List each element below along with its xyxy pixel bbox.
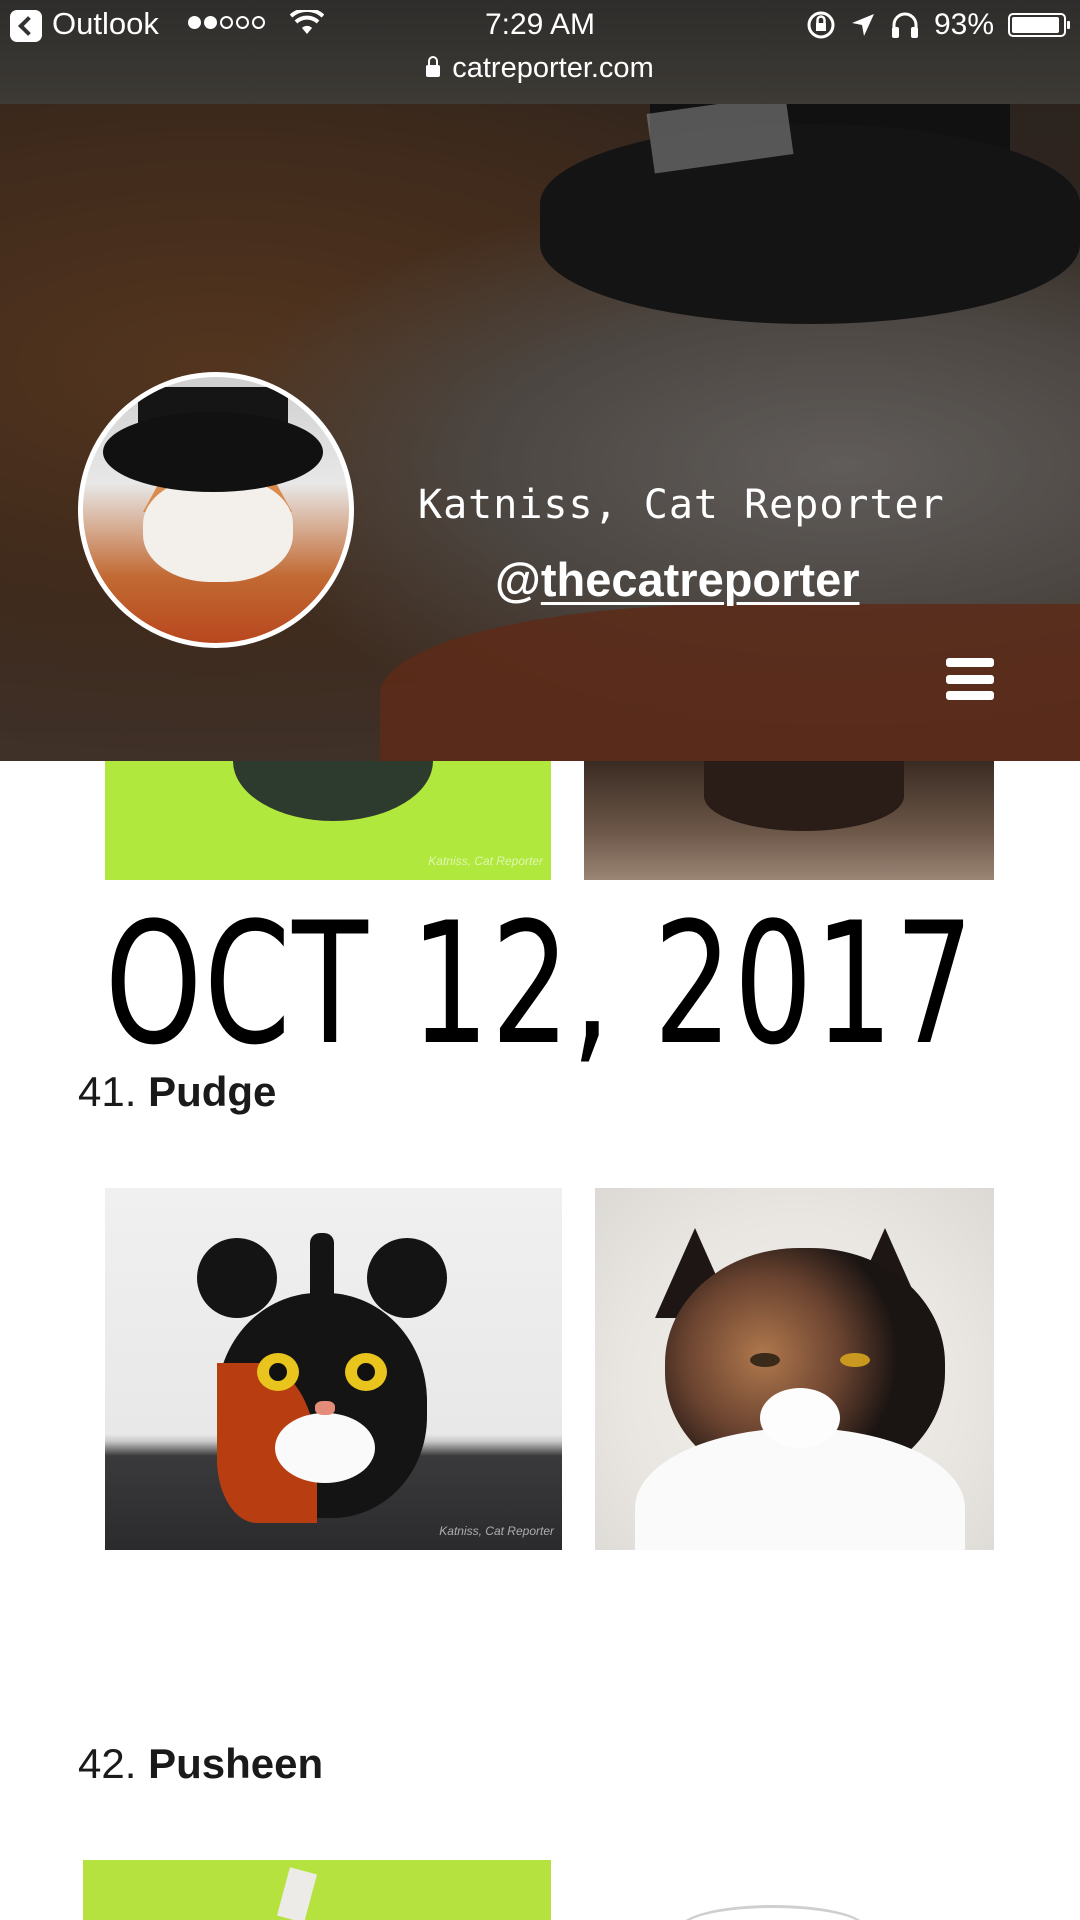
url-text: catreporter.com	[452, 52, 654, 84]
status-bar: Outlook 7:29 AM 93% catreporter.com	[0, 0, 1080, 104]
entry-name: Pusheen	[148, 1740, 324, 1787]
battery-percent: 93%	[933, 8, 994, 41]
pumpkin-photo-partial: Katniss, Cat Reporter	[105, 761, 551, 880]
site-title: Katniss, Cat Reporter	[418, 482, 945, 528]
handle-text: thecatreporter	[540, 553, 860, 606]
entry-name: Pudge	[148, 1068, 277, 1115]
hamburger-menu-icon[interactable]	[946, 658, 994, 700]
pumpkin-cat-photo: Katniss, Cat Reporter	[105, 1188, 562, 1550]
pusheen-photo-partial	[83, 1860, 551, 1920]
social-handle-link[interactable]: @thecatreporter	[495, 552, 860, 607]
battery-icon	[1008, 13, 1070, 37]
entry-number: 41.	[78, 1068, 137, 1115]
calico-cat-photo	[595, 1188, 994, 1550]
status-right-group: 93%	[806, 8, 1070, 42]
site-header-banner: Katniss, Cat Reporter @thecatreporter	[0, 104, 1080, 761]
lock-icon	[426, 56, 441, 77]
headphones-icon	[891, 12, 918, 38]
entry-title: 42. Pusheen	[78, 1740, 323, 1788]
handle-prefix: @	[495, 553, 541, 606]
entry-title: 41. Pudge	[78, 1068, 276, 1116]
location-arrow-icon	[851, 14, 874, 36]
address-bar[interactable]: catreporter.com	[0, 52, 1080, 85]
pusheen-photo-partial-right	[660, 1895, 880, 1920]
entry-number: 42.	[78, 1740, 137, 1787]
post-date-heading: OCT 12, 2017	[104, 886, 976, 1082]
orientation-lock-icon	[807, 11, 835, 39]
cat-photo-partial	[584, 761, 994, 880]
photo-watermark: Katniss, Cat Reporter	[428, 854, 543, 868]
photo-watermark: Katniss, Cat Reporter	[439, 1524, 554, 1538]
profile-avatar[interactable]	[78, 372, 354, 648]
